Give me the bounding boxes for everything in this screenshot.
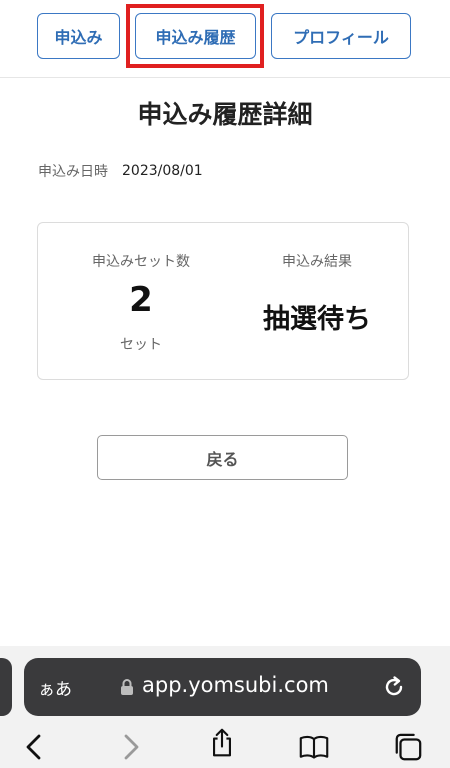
previous-tab-edge[interactable] (0, 658, 12, 716)
result-label: 申込み結果 (282, 254, 352, 270)
nav-apply-button[interactable]: 申込み (37, 13, 120, 59)
date-label: 申込み日時 (38, 164, 108, 180)
summary-card: 申込みセット数 2 セット 申込み結果 抽選待ち (37, 222, 409, 380)
chevron-left-icon[interactable] (20, 732, 50, 762)
result-value: 抽選待ち (263, 304, 371, 335)
set-count-column: 申込みセット数 2 セット (38, 223, 244, 379)
page-title: 申込み履歴詳細 (137, 100, 313, 129)
reload-icon[interactable] (381, 674, 407, 700)
top-nav: 申込み 申込み履歴 プロフィール (0, 0, 450, 78)
highlight-box (126, 4, 264, 68)
nav-profile-button[interactable]: プロフィール (271, 13, 411, 59)
page: 申込み 申込み履歴 プロフィール 申込み履歴詳細 申込み日時 2023/08/0… (0, 0, 450, 768)
book-icon[interactable] (299, 732, 329, 762)
result-column: 申込み結果 抽選待ち (224, 223, 410, 379)
share-icon[interactable] (207, 728, 237, 758)
back-button[interactable]: 戻る (97, 435, 348, 480)
text-size-button[interactable]: ぁあ (38, 675, 72, 700)
chevron-right-icon[interactable] (115, 732, 145, 762)
address-bar[interactable]: ぁあ app.yomsubi.com (24, 658, 421, 716)
lock-icon (121, 679, 133, 695)
browser-chrome: ぁあ app.yomsubi.com (0, 646, 450, 768)
set-count-unit: セット (120, 337, 162, 353)
date-value: 2023/08/01 (122, 163, 203, 179)
url-text[interactable]: app.yomsubi.com (142, 673, 329, 697)
set-count-value: 2 (129, 280, 153, 320)
tabs-icon[interactable] (393, 732, 423, 762)
date-row: 申込み日時 2023/08/01 (38, 161, 203, 181)
set-count-label: 申込みセット数 (92, 254, 190, 270)
